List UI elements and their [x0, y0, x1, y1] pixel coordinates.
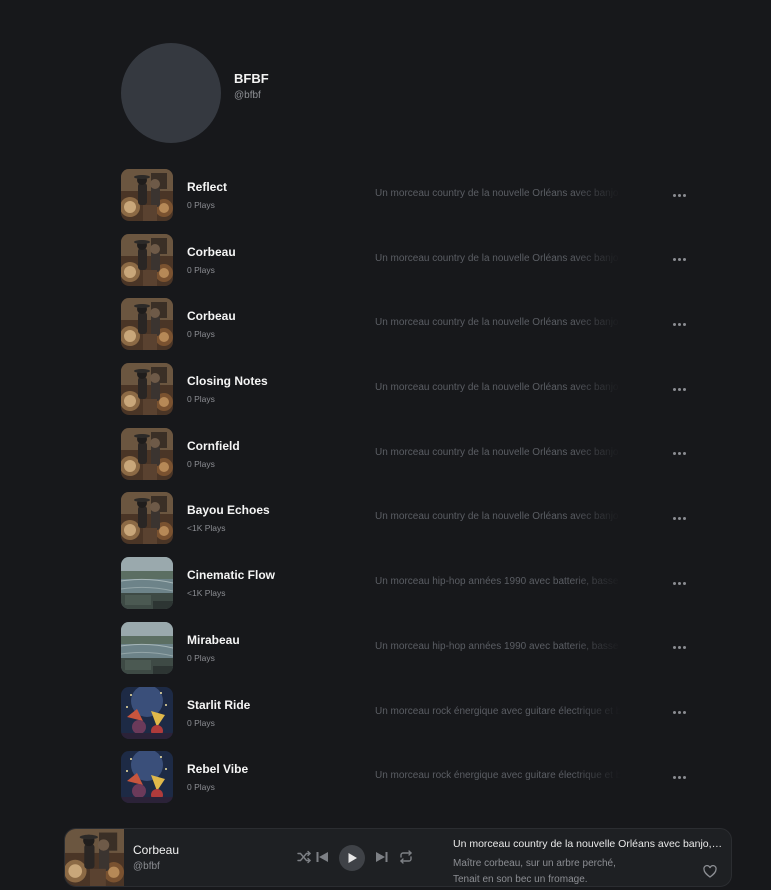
repeat-icon[interactable]: [399, 850, 413, 864]
track-description: Un morceau country de la nouvelle Orléan…: [375, 252, 621, 264]
lyrics-line: Maître corbeau, sur un arbre perché,: [453, 858, 616, 869]
track-description: Un morceau hip-hop années 1990 avec batt…: [375, 576, 621, 588]
track-title[interactable]: Cinematic Flow: [187, 568, 275, 582]
play-button[interactable]: [339, 845, 365, 871]
track-title[interactable]: Starlit Ride: [187, 698, 250, 712]
track-cover[interactable]: [121, 622, 173, 674]
track-description: Un morceau country de la nouvelle Orléan…: [375, 188, 621, 199]
track-description: Un morceau rock énergique avec guitare é…: [375, 770, 621, 782]
track-description: Un morceau hip-hop années 1990 avec batt…: [375, 640, 621, 652]
more-horizontal-icon[interactable]: [667, 705, 691, 721]
track-title[interactable]: Closing Notes: [187, 374, 268, 388]
track-play-count: 0 Plays: [187, 458, 215, 469]
track-row[interactable]: Mirabeau 0 Plays Un morceau hip-hop années…: [121, 622, 691, 687]
more-horizontal-icon[interactable]: [667, 316, 691, 332]
profile-handle: @bfbf: [234, 90, 261, 101]
track-play-count: 0 Plays: [187, 394, 215, 405]
track-cover[interactable]: [121, 492, 173, 544]
track-row[interactable]: Closing Notes 0 Plays Un morceau country d…: [121, 363, 691, 428]
skip-back-icon[interactable]: [315, 850, 329, 864]
track-row[interactable]: Cinematic Flow <1K Plays Un morceau hip-ho…: [121, 557, 691, 622]
more-horizontal-icon[interactable]: [667, 510, 691, 526]
track-cover[interactable]: [121, 557, 173, 609]
now-playing-artist[interactable]: @bfbf: [133, 861, 160, 872]
lyrics-line: Tenait en son bec un fromage.: [453, 874, 588, 885]
track-cover[interactable]: [121, 751, 173, 803]
track-list: Reflect 0 Plays Un morceau country de la n…: [121, 169, 691, 816]
now-playing-title[interactable]: Corbeau: [133, 843, 179, 857]
track-cover[interactable]: [121, 169, 173, 221]
track-row[interactable]: Bayou Echoes <1K Plays Un morceau country …: [121, 492, 691, 557]
track-description: Un morceau country de la nouvelle Orléan…: [375, 382, 621, 394]
track-play-count: 0 Plays: [187, 329, 215, 340]
track-play-count: <1K Plays: [187, 523, 226, 534]
profile-header: BFBF @bfbf: [121, 43, 269, 143]
track-title[interactable]: Mirabeau: [187, 633, 240, 647]
track-row[interactable]: Cornfield 0 Plays Un morceau country de la…: [121, 428, 691, 493]
more-horizontal-icon[interactable]: [667, 381, 691, 397]
track-description: Un morceau rock énergique avec guitare é…: [375, 705, 621, 717]
track-play-count: <1K Plays: [187, 588, 226, 599]
track-row[interactable]: Corbeau 0 Plays Un morceau country de la n…: [121, 234, 691, 299]
now-playing-lyrics: Maître corbeau, sur un arbre perché, Ten…: [453, 856, 693, 886]
track-title[interactable]: Rebel Vibe: [187, 762, 248, 776]
now-playing-cover[interactable]: [65, 829, 124, 886]
track-play-count: 0 Plays: [187, 782, 215, 793]
track-cover[interactable]: [121, 687, 173, 739]
track-title[interactable]: Corbeau: [187, 309, 236, 323]
track-description: Un morceau country de la nouvelle Orléan…: [375, 511, 621, 523]
shuffle-icon[interactable]: [297, 850, 311, 864]
heart-icon[interactable]: [703, 864, 717, 878]
track-row[interactable]: Rebel Vibe 0 Plays Un morceau rock énergiq…: [121, 751, 691, 816]
track-cover[interactable]: [121, 363, 173, 415]
profile-name: BFBF: [234, 71, 269, 86]
profile-info: BFBF @bfbf: [234, 71, 269, 101]
more-horizontal-icon[interactable]: [667, 187, 691, 203]
more-horizontal-icon[interactable]: [667, 769, 691, 785]
track-description: Un morceau country de la nouvelle Orléan…: [375, 317, 621, 329]
more-horizontal-icon[interactable]: [667, 640, 691, 656]
more-horizontal-icon[interactable]: [667, 575, 691, 591]
more-horizontal-icon[interactable]: [667, 252, 691, 268]
track-cover[interactable]: [121, 428, 173, 480]
track-title[interactable]: Cornfield: [187, 439, 240, 453]
profile-avatar[interactable]: [121, 43, 221, 143]
now-playing-description: Un morceau country de la nouvelle Orléan…: [453, 838, 723, 850]
track-row[interactable]: Starlit Ride 0 Plays Un morceau rock énerg…: [121, 687, 691, 752]
track-play-count: 0 Plays: [187, 652, 215, 663]
track-title[interactable]: Bayou Echoes: [187, 503, 270, 517]
track-play-count: 0 Plays: [187, 264, 215, 275]
track-description: Un morceau country de la nouvelle Orléan…: [375, 446, 621, 458]
track-cover[interactable]: [121, 234, 173, 286]
track-play-count: 0 Plays: [187, 717, 215, 728]
track-title[interactable]: Corbeau: [187, 245, 236, 259]
track-row[interactable]: Reflect 0 Plays Un morceau country de la n…: [121, 169, 691, 234]
track-play-count: 0 Plays: [187, 200, 215, 210]
track-title[interactable]: Reflect: [187, 180, 227, 194]
more-horizontal-icon[interactable]: [667, 446, 691, 462]
play-icon: [348, 853, 357, 863]
now-playing-bar: Corbeau @bfbf Un morceau country de la n…: [64, 828, 732, 887]
track-cover[interactable]: [121, 298, 173, 350]
track-row[interactable]: Corbeau 0 Plays Un morceau country de la n…: [121, 298, 691, 363]
skip-forward-icon[interactable]: [375, 850, 389, 864]
